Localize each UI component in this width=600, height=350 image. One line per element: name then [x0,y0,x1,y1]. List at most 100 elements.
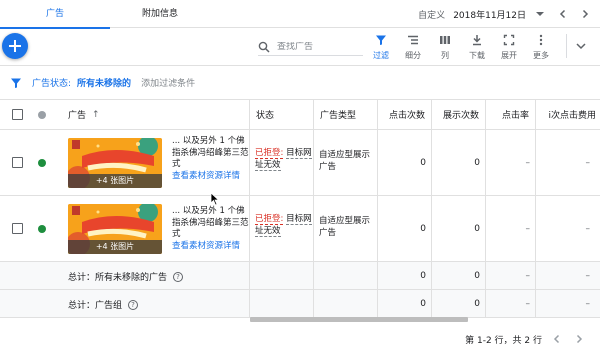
tool-label: 细分 [405,51,421,60]
ad-title: ... 以及另外 1 个佛指杀佛冯绍峰第三范式 [172,136,249,169]
chevron-down-icon [576,43,586,50]
add-ad-button[interactable] [2,33,28,59]
totals-label-text: 总计：所有未移除的广告 [68,273,168,283]
plus-icon [9,40,21,52]
totals-status-cell [250,290,314,317]
chevron-left-icon[interactable] [556,7,570,21]
filter-bar: 广告状态: 所有未移除的 添加过滤条件 [0,66,600,100]
more-tool-button[interactable]: 更多 [526,32,556,64]
expand-icon [503,32,515,48]
segment-tool-button[interactable]: 细分 [398,32,428,64]
status-header-dot[interactable] [38,110,46,119]
tool-label: 过滤 [373,51,389,60]
tool-label: 列 [441,51,449,60]
clicks-value: 0 [420,158,426,168]
tool-label: 更多 [533,51,549,60]
toolbar-divider [566,34,567,58]
more-vert-icon [535,32,547,48]
column-header-clicks[interactable]: 点击次数 [378,100,432,129]
ad-status[interactable]: 已拒登: 目标网址无效 [255,148,313,171]
totals-impressions-value: 0 [474,299,480,309]
status-disapproved[interactable]: 已拒登: [255,148,284,159]
status-disapproved[interactable]: 已拒登: [255,214,284,225]
totals-impressions-value: 0 [474,271,480,281]
select-all-cell [0,100,34,129]
select-all-checkbox[interactable] [11,109,23,120]
horizontal-scrollbar[interactable] [250,317,468,322]
column-header-ad-type[interactable]: 广告类型 [314,100,378,129]
table-row[interactable]: +4 张图片 ... 以及另外 1 个佛指杀佛冯绍峰第三范式 查看素材资源详情 … [0,196,600,262]
totals-type-cell [314,290,378,317]
date-value[interactable]: 2018年11月12日 [453,8,526,21]
toolbar: 过滤 细分 列 下载 展开 更多 [0,28,600,66]
more-images-caption: +4 张图片 [68,240,162,254]
chevron-right-icon[interactable] [578,7,592,21]
column-header-status[interactable]: 状态 [250,100,314,129]
ads-table: 广告 ↑ 状态 广告类型 点击次数 展示次数 点击率 i次点击费用 +4 张图片 [0,100,600,325]
status-dot-enabled[interactable] [38,224,46,233]
columns-tool-button[interactable]: 列 [430,32,460,64]
totals-type-cell [314,262,378,289]
column-header-cpc[interactable]: i次点击费用 [536,100,600,129]
ad-description: ... 以及另外 1 个佛指杀佛冯绍峰第三范式 查看素材资源详情 [172,136,250,182]
ad-type: 自适应型展示广告 [319,150,371,172]
ad-title: ... 以及另外 1 个佛指杀佛冯绍峰第三范式 [172,206,249,239]
tab-extensions[interactable]: 附加信息 [110,0,210,28]
search-box[interactable] [258,38,363,56]
filter-icon [375,32,387,48]
impressions-value: 0 [474,158,480,168]
totals-label-text: 总计：广告组 [68,301,123,311]
ad-status[interactable]: 已拒登: 目标网址无效 [255,214,313,237]
date-preset-label: 自定义 [418,10,446,21]
previous-page-button[interactable] [550,332,564,346]
totals-label: 总计：广告组 ? [68,298,139,311]
ad-thumbnail-image[interactable]: +4 张图片 [68,204,162,254]
filter-chip-label[interactable]: 广告状态: [32,76,71,89]
filter-icon[interactable] [10,77,22,89]
pagination-text: 第 1-2 行，共 2 行 [465,335,542,346]
sort-ascending-icon: ↑ [92,109,100,120]
tab-ads[interactable]: 广告 [0,0,110,29]
ctr-value: – [525,224,531,234]
search-input[interactable] [277,41,357,52]
ad-description: ... 以及另外 1 个佛指杀佛冯绍峰第三范式 查看素材资源详情 [172,206,250,252]
tool-label: 展开 [501,51,517,60]
column-header-ctr[interactable]: 点击率 [486,100,536,129]
segment-icon [407,32,419,48]
next-page-button[interactable] [572,332,586,346]
row-checkbox[interactable] [11,223,23,234]
totals-status-cell [250,262,314,289]
table-row[interactable]: +4 张图片 ... 以及另外 1 个佛指杀佛冯绍峰第三范式 查看素材资源详情 … [0,130,600,196]
help-icon[interactable]: ? [173,271,184,282]
download-tool-button[interactable]: 下载 [462,32,492,64]
table-header-row: 广告 ↑ 状态 广告类型 点击次数 展示次数 点击率 i次点击费用 [0,100,600,130]
filter-tool-button[interactable]: 过滤 [366,32,396,64]
row-status-cell [30,196,54,261]
totals-clicks-value: 0 [420,299,426,309]
add-filter-link[interactable]: 添加过滤条件 [141,76,195,89]
totals-cpc-value: – [585,299,591,309]
view-asset-details-link[interactable]: 查看素材资源详情 [172,241,250,253]
column-header-impressions[interactable]: 展示次数 [432,100,486,129]
totals-row: 总计：广告组 ? 0 0 – – [0,290,600,318]
tool-label: 下载 [469,51,485,60]
row-checkbox[interactable] [11,157,23,168]
expand-tool-button[interactable]: 展开 [494,32,524,64]
row-status-cell [30,130,54,195]
columns-icon [439,32,451,48]
dropdown-caret-icon[interactable] [536,12,544,16]
column-header-ad[interactable]: 广告 ↑ [54,100,250,129]
clicks-value: 0 [420,224,426,234]
collapse-toolbar-button[interactable] [575,40,587,55]
chevron-left-icon [553,334,560,344]
totals-label: 总计：所有未移除的广告 ? [68,270,184,283]
totals-cpc-value: – [585,271,591,281]
date-range-picker[interactable]: 自定义 2018年11月12日 [418,0,600,28]
ad-thumbnail-image[interactable]: +4 张图片 [68,138,162,188]
view-asset-details-link[interactable]: 查看素材资源详情 [172,171,250,183]
help-icon[interactable]: ? [128,299,139,310]
totals-clicks-value: 0 [420,271,426,281]
status-dot-enabled[interactable] [38,158,46,167]
totals-row: 总计：所有未移除的广告 ? 0 0 – – [0,262,600,290]
filter-chip-value[interactable]: 所有未移除的 [77,76,131,89]
